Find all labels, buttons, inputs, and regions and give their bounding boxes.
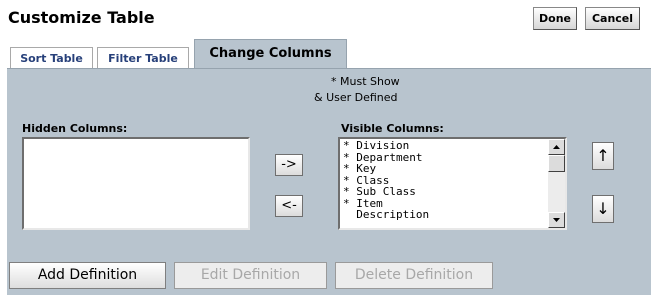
move-down-button[interactable]: ↓: [592, 195, 614, 223]
hidden-columns-label: Hidden Columns:: [22, 122, 128, 135]
visible-columns-list[interactable]: * Division * Department * Key * Class * …: [338, 137, 567, 230]
visible-columns-label: Visible Columns:: [341, 122, 444, 135]
edit-definition-button[interactable]: Edit Definition: [174, 262, 327, 289]
scroll-thumb[interactable]: [548, 155, 565, 172]
move-to-hidden-button[interactable]: <-: [275, 195, 303, 217]
tab-filter-table[interactable]: Filter Table: [97, 47, 189, 69]
vertical-scrollbar[interactable]: [548, 139, 565, 228]
scroll-up-button[interactable]: [548, 139, 565, 155]
triangle-up-icon: [553, 145, 560, 149]
tab-sort-table[interactable]: Sort Table: [10, 47, 93, 69]
delete-definition-button[interactable]: Delete Definition: [335, 262, 493, 289]
list-item[interactable]: * Sub Class: [343, 186, 547, 198]
move-up-button[interactable]: ↑: [592, 142, 614, 170]
page-title: Customize Table: [8, 8, 155, 27]
legend-must-show: * Must Show: [331, 75, 400, 88]
move-to-visible-button[interactable]: ->: [275, 154, 303, 176]
list-item[interactable]: * Division: [343, 140, 547, 152]
add-definition-button[interactable]: Add Definition: [9, 262, 166, 289]
hidden-columns-list[interactable]: [22, 137, 250, 230]
triangle-down-icon: [553, 218, 560, 222]
cancel-button[interactable]: Cancel: [585, 7, 640, 30]
list-item[interactable]: * Key: [343, 163, 547, 175]
done-button[interactable]: Done: [533, 7, 577, 30]
list-item[interactable]: Description: [343, 209, 547, 221]
tab-change-columns[interactable]: Change Columns: [194, 39, 347, 69]
legend-user-defined: & User Defined: [314, 91, 398, 104]
scroll-down-button[interactable]: [548, 212, 565, 228]
